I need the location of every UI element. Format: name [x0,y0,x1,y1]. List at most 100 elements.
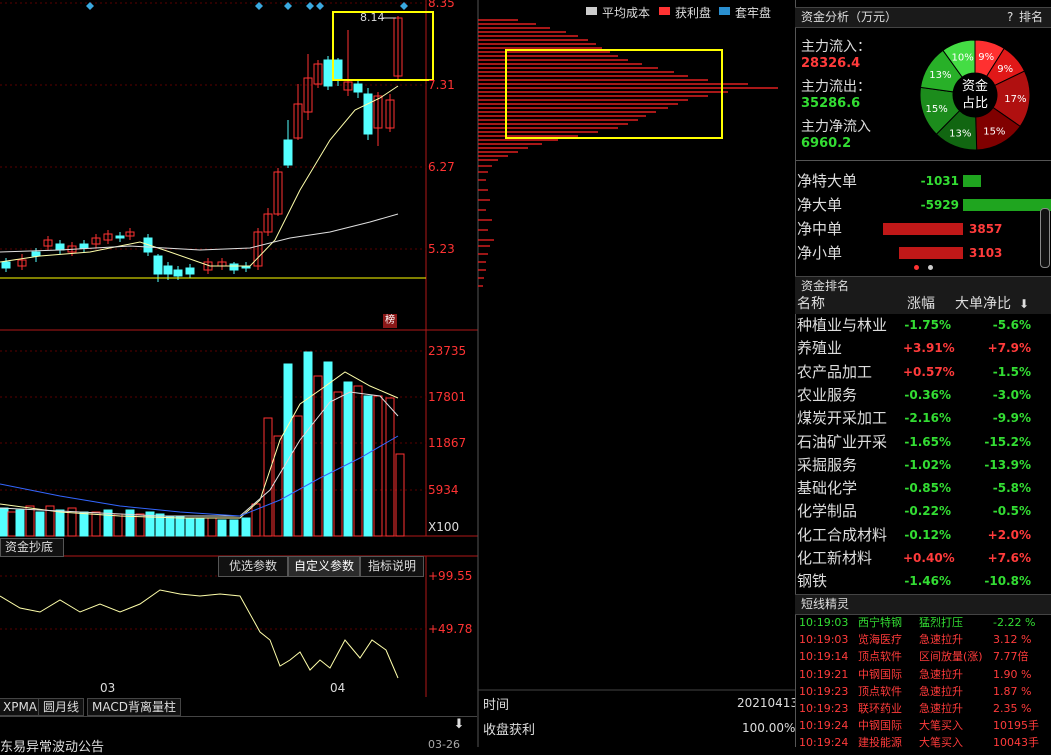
main-inflow-value: 28326.4 [801,56,861,71]
volume-bar [135,513,145,537]
net-flow-row: 净大单 -5929 [797,194,1051,216]
candle [333,59,343,81]
event-marker-icon [306,2,314,10]
highlight-box [505,49,723,139]
net-flow-bar [883,223,963,235]
ranking-row[interactable]: 化学制品 -0.22% -0.5% [797,500,1049,523]
event-time: 10:19:14 [799,650,849,664]
event-value: 1.90 % [993,667,1032,681]
short-line-row[interactable]: 10:19:03 西宁特钢 猛烈打压 -2.22 % [799,614,1049,631]
volume-bar [175,515,185,537]
ranking-row[interactable]: 基础化学 -0.85% -5.8% [797,477,1049,500]
scrollbar[interactable] [1040,208,1050,268]
short-line-row[interactable]: 10:19:21 中钢国际 急速拉升 1.90 % [799,666,1049,683]
volume-bar [283,363,293,537]
candle [55,243,65,251]
indicator-panel-label[interactable]: 资金抄底 [0,538,64,557]
page-dot-active[interactable] [914,265,919,270]
short-line-row[interactable]: 10:19:24 中钢国际 大笔买入 10195手 [799,717,1049,734]
ranking-row[interactable]: 农业服务 -0.36% -3.0% [797,384,1049,407]
volume-bar [293,415,303,537]
sector-change: -1.75% [904,318,951,332]
volume-bar [343,381,353,537]
donut-center-line: 占比 [961,96,988,111]
ranking-row[interactable]: 农产品加工 +0.57% -1.5% [797,361,1049,384]
x-axis-label: 04 [330,681,346,695]
tab-macd-divergence[interactable]: MACD背离量柱 [87,698,181,716]
news-ticker-date: 03-26 [428,738,460,751]
bang-badge[interactable]: 榜 [383,314,397,328]
candlestick-chart[interactable] [0,0,795,747]
sector-name: 煤炭开采加工 [797,409,888,428]
tab-preferred-params[interactable]: 优选参数 [218,556,288,577]
volume-bar [35,511,45,537]
sector-name: 钢铁 [797,572,828,591]
legend-trapped: 套牢盘 [735,6,772,20]
tab-moon-line[interactable]: 圆月线 [38,698,85,716]
ranking-row[interactable]: 化工合成材料 -0.12% +2.0% [797,524,1049,547]
short-line-row[interactable]: 10:19:24 建投能源 大笔买入 10043手 [799,734,1049,751]
candle [115,235,125,239]
candle [323,59,333,87]
net-flow-value: 3857 [969,222,1003,236]
net-flow-bar [899,247,963,259]
tab-xpma[interactable]: XPMA [0,698,43,716]
ranking-row[interactable]: 种植业与林业 -1.75% -5.6% [797,314,1049,337]
event-time: 10:19:23 [799,702,849,715]
short-line-row[interactable]: 10:19:23 联环药业 急速拉升 2.35 % [799,700,1049,717]
net-flow-row: 净特大单 -1031 [797,170,1037,192]
volume-tick: 5934 [428,483,459,497]
volume-bar [25,505,35,537]
short-line-row[interactable]: 10:19:03 览海医疗 急速拉升 3.12 % [799,631,1049,648]
page-dot[interactable] [928,265,933,270]
volume-bar [385,397,395,537]
event-marker-icon [316,2,324,10]
event-type: 急速拉升 [919,633,963,647]
chip-time-label: 时间 [483,698,510,713]
ranking-row[interactable]: 钢铁 -1.46% -10.8% [797,570,1049,593]
sort-down-icon[interactable]: ⬇ [1019,294,1029,314]
event-stock: 中钢国际 [858,719,902,733]
candle [229,263,239,271]
event-stock: 联环药业 [858,702,902,715]
ranking-row[interactable]: 石油矿业开采 -1.65% -15.2% [797,431,1049,454]
profit-legend-icon [659,7,670,15]
short-line-row[interactable]: 10:19:14 顶点软件 区间放量(涨) 7.77倍 [799,648,1049,665]
sector-big-order-ratio: -15.2% [984,434,1031,449]
candle [185,267,195,275]
download-icon[interactable]: ⬇ [451,717,467,733]
sector-name: 石油矿业开采 [797,432,888,451]
volume-bar [323,361,333,537]
candle [283,139,293,166]
ranking-row[interactable]: 化工新材料 +0.40% +7.6% [797,547,1049,570]
tab-custom-params[interactable]: 自定义参数 [288,556,360,577]
col-change[interactable]: 涨幅 [907,294,935,314]
sector-big-order-ratio: -3.0% [992,387,1031,402]
col-big-order-ratio[interactable]: 大单净比 [955,294,1011,314]
price-tick: 5.23 [428,242,455,256]
volume-bar [165,515,175,537]
help-icon[interactable]: ? [1007,8,1013,27]
ranking-row[interactable]: 养殖业 +3.91% +7.9% [797,337,1049,360]
ranking-row[interactable]: 采掘服务 -1.02% -13.9% [797,454,1049,477]
col-name[interactable]: 名称 [797,294,825,314]
net-flow-row: 净小单 3103 [797,242,1037,264]
news-ticker[interactable]: 东易异常波动公告 [0,736,104,755]
rank-button[interactable]: 排名 [1019,8,1043,27]
sector-change: +0.40% [903,551,955,565]
main-inflow-label: 主力流入： [801,39,871,55]
main-outflow-label: 主力流出： [801,79,871,95]
sector-change: -1.46% [904,574,951,589]
sector-name: 农业服务 [797,385,858,404]
divider [0,716,477,717]
ranking-row[interactable]: 煤炭开采加工 -2.16% -9.9% [797,407,1049,430]
divider [795,160,1051,161]
sector-big-order-ratio: -9.9% [992,411,1031,426]
volume-tick: 11867 [428,436,467,450]
tab-indicator-help[interactable]: 指标说明 [360,556,424,577]
event-type: 猛烈打压 [919,616,963,629]
divider [795,0,796,747]
short-line-row[interactable]: 10:19:23 顶点软件 急速拉升 1.87 % [799,683,1049,700]
volume-bar [373,395,383,537]
event-value: 3.12 % [993,633,1032,647]
